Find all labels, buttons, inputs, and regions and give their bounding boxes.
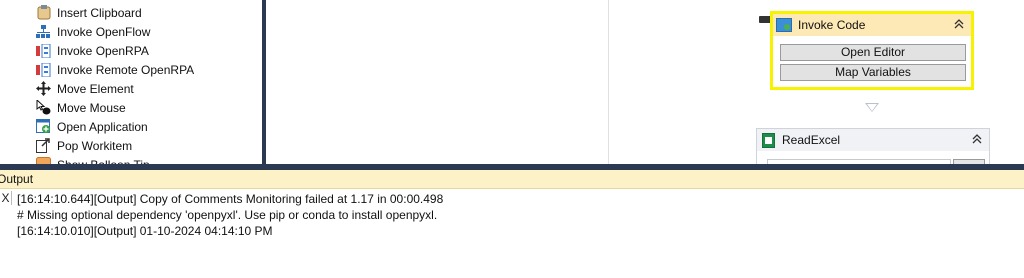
move-arrows-icon bbox=[36, 81, 51, 96]
toolbox-item-label: Insert Clipboard bbox=[57, 5, 142, 20]
toolbox-item-invoke-openflow[interactable]: Invoke OpenFlow bbox=[36, 22, 150, 41]
output-log[interactable]: [16:14:10.644][Output] Copy of Comments … bbox=[17, 191, 1017, 239]
flow-icon bbox=[36, 24, 51, 39]
invoke-code-icon bbox=[776, 18, 792, 32]
open-editor-button[interactable]: Open Editor bbox=[780, 44, 966, 61]
toolbox-item-label: Invoke Remote OpenRPA bbox=[57, 62, 195, 77]
toolbox-item-invoke-remote-openrpa[interactable]: Invoke Remote OpenRPA bbox=[36, 60, 194, 79]
collapse-chevron-icon[interactable] bbox=[970, 133, 984, 147]
mouse-icon bbox=[36, 100, 51, 115]
clipboard-icon bbox=[36, 5, 51, 20]
toolbox-item-invoke-openrpa[interactable]: Invoke OpenRPA bbox=[36, 41, 149, 60]
pop-workitem-icon bbox=[36, 138, 51, 153]
toolbox-item-pop-workitem[interactable]: Pop Workitem bbox=[36, 136, 132, 155]
toolbox-panel: Insert Clipboard Invoke OpenFlow Invoke … bbox=[0, 0, 262, 166]
toolbox-item-open-application[interactable]: Open Application bbox=[36, 117, 148, 136]
toolbox-item-move-element[interactable]: Move Element bbox=[36, 79, 134, 98]
collapse-chevron-icon[interactable] bbox=[952, 18, 966, 32]
openrpa-icon bbox=[36, 43, 51, 58]
remote-openrpa-icon bbox=[36, 62, 51, 77]
toolbox-item-label: Pop Workitem bbox=[57, 138, 133, 153]
output-line: # Missing optional dependency 'openpyxl'… bbox=[17, 208, 438, 222]
workflow-designer: Invoke Code Open Editor Map Variables Re… bbox=[266, 0, 1024, 166]
read-excel-title: ReadExcel bbox=[782, 133, 841, 147]
read-excel-activity[interactable]: ReadExcel bbox=[756, 128, 990, 166]
toolbox-item-move-mouse[interactable]: Move Mouse bbox=[36, 98, 126, 117]
read-excel-header: ReadExcel bbox=[757, 129, 989, 151]
output-panel-header: Output bbox=[0, 170, 1024, 189]
workspace: Insert Clipboard Invoke OpenFlow Invoke … bbox=[0, 0, 1024, 166]
open-application-icon bbox=[36, 119, 51, 134]
invoke-code-header: Invoke Code bbox=[773, 14, 971, 36]
output-line: [16:14:10.010][Output] 01-10-2024 04:14:… bbox=[17, 224, 273, 238]
drop-target-arrow-icon[interactable] bbox=[865, 103, 879, 112]
toolbox-item-label: Move Mouse bbox=[57, 100, 126, 115]
map-variables-button[interactable]: Map Variables bbox=[780, 64, 966, 81]
toolbox-item-label: Invoke OpenFlow bbox=[57, 24, 151, 39]
clear-output-button[interactable]: X bbox=[0, 191, 12, 205]
sequence-divider bbox=[608, 0, 609, 166]
output-line: [16:14:10.644][Output] Copy of Comments … bbox=[17, 192, 444, 206]
output-panel-title: Output bbox=[0, 172, 34, 186]
toolbox-item-insert-clipboard[interactable]: Insert Clipboard bbox=[36, 3, 142, 22]
toolbox-item-label: Invoke OpenRPA bbox=[57, 43, 149, 58]
toolbox-item-label: Move Element bbox=[57, 81, 134, 96]
toolbox-item-label: Open Application bbox=[57, 119, 148, 134]
excel-icon bbox=[762, 132, 775, 148]
invoke-code-activity[interactable]: Invoke Code Open Editor Map Variables bbox=[770, 11, 974, 90]
invoke-code-title: Invoke Code bbox=[798, 18, 866, 32]
